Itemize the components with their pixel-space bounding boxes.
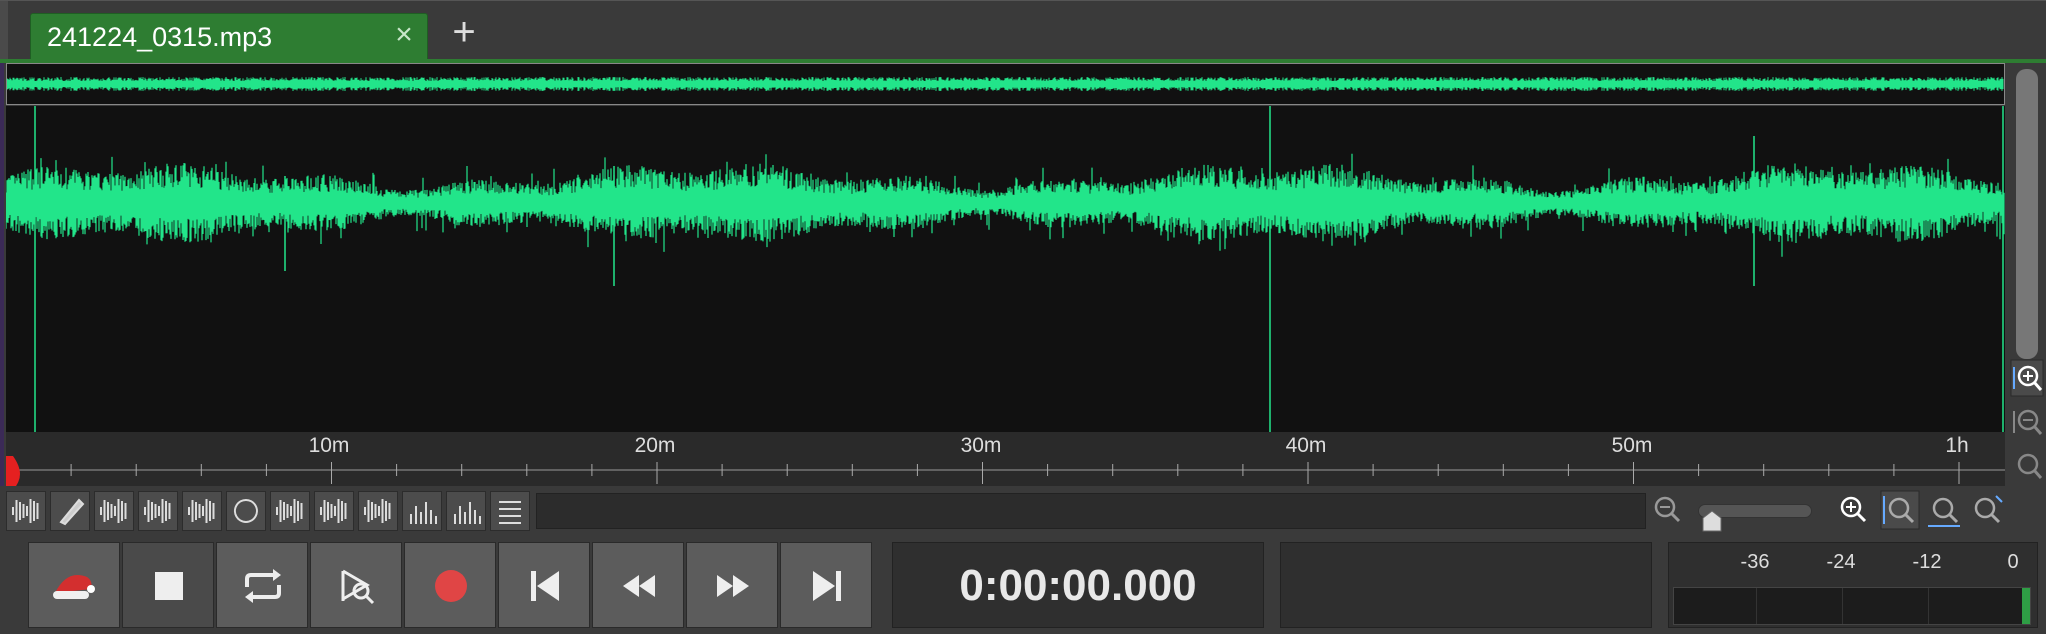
channel-merge-icon	[100, 499, 127, 523]
ruler-label-1h: 1h	[1945, 434, 1969, 457]
waveform-small-icon	[320, 499, 347, 523]
loop-button[interactable]	[216, 542, 308, 628]
waveform-view[interactable]	[5, 106, 2005, 432]
meter-label-minus36: -36	[1740, 551, 1770, 573]
meter-bar	[1673, 587, 2031, 625]
horizontal-scrollbar[interactable]	[536, 493, 1646, 529]
view-toolbar	[0, 486, 2046, 536]
waveform-view-icon	[12, 499, 39, 523]
file-tab-label: 241224_0315.mp3	[47, 22, 273, 52]
waveform-view-button[interactable]	[6, 491, 46, 531]
record-icon	[435, 570, 467, 602]
close-tab-icon[interactable]: ×	[389, 20, 419, 50]
rewind-button[interactable]	[592, 542, 684, 628]
skip-to-start-button[interactable]	[498, 542, 590, 628]
ruler-ticks	[6, 462, 2005, 484]
info-display	[1280, 542, 1652, 628]
list-icon	[499, 501, 521, 524]
channel-lr-button[interactable]	[182, 491, 222, 531]
spectrum-fine-icon	[454, 502, 481, 524]
meter-label-minus12: -12	[1912, 551, 1942, 573]
rewind-icon	[623, 575, 655, 597]
santa-hat-icon	[53, 575, 95, 599]
list-button[interactable]	[490, 491, 530, 531]
scrub-icon	[341, 569, 375, 605]
zoom-selection-icon[interactable]	[1880, 490, 1920, 530]
pencil-icon	[59, 498, 85, 526]
zoom-fit-icon[interactable]	[1924, 490, 1964, 530]
zoom-in-icon[interactable]	[1836, 492, 1872, 528]
vertical-zoom-in-icon[interactable]	[2010, 359, 2044, 397]
tab-bar: 241224_0315.mp3 × +	[0, 0, 2046, 63]
file-tab[interactable]: 241224_0315.mp3 ×	[30, 13, 428, 59]
spectrum-bars-button[interactable]	[402, 491, 442, 531]
ruler-label-40m: 40m	[1285, 434, 1327, 457]
scrub-button[interactable]	[310, 542, 402, 628]
waveform-overview[interactable]	[6, 63, 2005, 105]
ruler-label-20m: 20m	[634, 434, 676, 457]
ruler-label-50m: 50m	[1611, 434, 1653, 457]
main-waveform	[5, 106, 2005, 432]
spectrum-fine-button[interactable]	[446, 491, 486, 531]
vertical-zoom-panel	[2008, 63, 2046, 486]
santa-hat-button[interactable]	[28, 542, 120, 628]
waveform-edit-icon	[364, 499, 391, 523]
channel-lr-icon	[188, 499, 215, 523]
lr-balance-button[interactable]	[226, 491, 266, 531]
meter-level-fill	[2022, 588, 2030, 624]
time-display: 0:00:00.000	[892, 542, 1264, 628]
add-tab-icon[interactable]: +	[446, 12, 482, 52]
record-button[interactable]	[404, 542, 496, 628]
spectrum-bars-icon	[410, 502, 437, 524]
skip-to-end-icon	[813, 571, 841, 601]
channel-merge-button[interactable]	[94, 491, 134, 531]
fast-forward-icon	[717, 575, 749, 597]
ruler-label-30m: 30m	[960, 434, 1002, 457]
stop-icon	[155, 572, 183, 600]
meter-label-minus24: -24	[1826, 551, 1856, 573]
loop-icon	[245, 569, 281, 603]
zoom-out-icon[interactable]	[1650, 492, 1686, 528]
ruler-label-10m: 10m	[308, 434, 350, 457]
fast-forward-button[interactable]	[686, 542, 778, 628]
no-waveform-button[interactable]	[270, 491, 310, 531]
waveform-small-button[interactable]	[314, 491, 354, 531]
stop-button[interactable]	[122, 542, 214, 628]
zoom-slider-knob[interactable]	[1701, 510, 1723, 532]
tab-bar-left-strip	[0, 1, 8, 63]
vertical-scrollbar[interactable]	[2016, 69, 2038, 359]
vertical-zoom-out-icon[interactable]	[2010, 403, 2044, 441]
playhead-marker-icon[interactable]	[6, 456, 20, 490]
vertical-zoom-fit-icon[interactable]	[2010, 447, 2044, 485]
waveform-edit-button[interactable]	[358, 491, 398, 531]
transport-bar: 0:00:00.000 -36 -24 -12 0	[0, 536, 2046, 634]
pencil-button[interactable]	[50, 491, 90, 531]
overview-waveform	[6, 77, 2004, 91]
no-waveform-icon	[276, 499, 303, 523]
skip-to-end-button[interactable]	[780, 542, 872, 628]
time-ruler[interactable]: 10m 20m 30m 40m 50m 1h	[6, 432, 2005, 490]
skip-to-start-icon	[531, 571, 559, 601]
channel-right-button[interactable]	[138, 491, 178, 531]
lr-balance-icon	[233, 499, 258, 523]
zoom-session-icon[interactable]	[1966, 490, 2006, 530]
level-meter: -36 -24 -12 0	[1668, 542, 2038, 628]
meter-label-0: 0	[2007, 551, 2019, 573]
time-display-value: 0:00:00.000	[959, 561, 1197, 610]
channel-right-icon	[144, 499, 171, 523]
